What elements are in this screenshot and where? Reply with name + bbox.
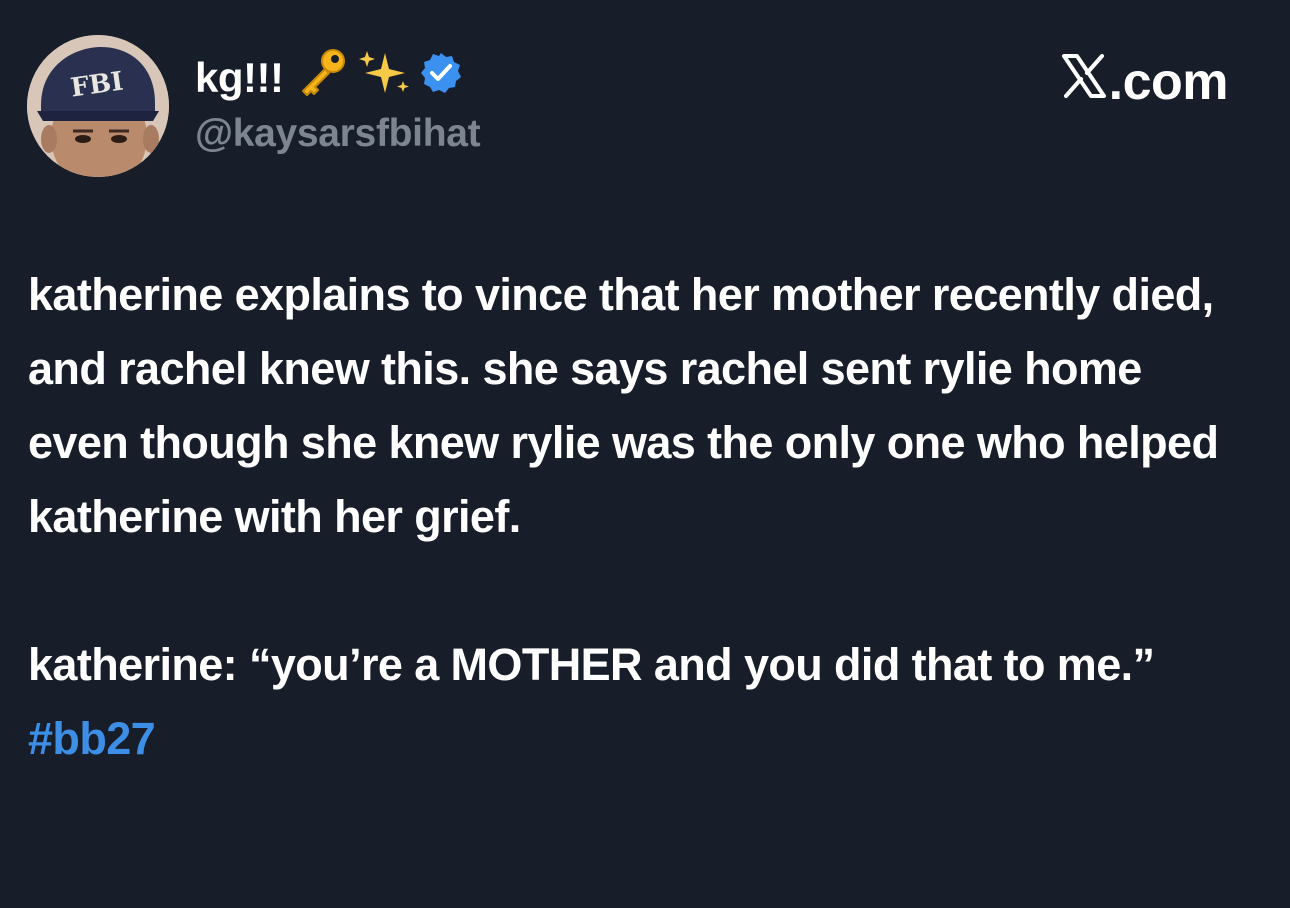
- avatar[interactable]: FBI: [27, 35, 169, 177]
- hashtag-link[interactable]: #bb27: [28, 713, 156, 764]
- key-emoji-icon: [295, 47, 347, 109]
- tweet-quote-text: katherine: “you’re a MOTHER and you did …: [28, 639, 1155, 690]
- tweet-text: katherine explains to vince that her mot…: [28, 258, 1248, 776]
- brand-domain-text: .com: [1108, 53, 1229, 111]
- verified-badge-icon: [419, 51, 463, 105]
- author-handle[interactable]: @kaysarsfbihat: [195, 112, 481, 156]
- tweet-paragraph-1: katherine explains to vince that her mot…: [28, 269, 1219, 542]
- display-name-text: kg!!!: [195, 54, 284, 101]
- tweet-paragraph-2: katherine: “you’re a MOTHER and you did …: [28, 628, 1248, 776]
- brand-label[interactable]: .com: [1061, 52, 1229, 112]
- x-logo-icon: [1061, 52, 1107, 112]
- display-name[interactable]: kg!!!: [195, 47, 471, 109]
- avatar-image: FBI: [27, 35, 169, 177]
- sparkles-icon: [355, 47, 411, 109]
